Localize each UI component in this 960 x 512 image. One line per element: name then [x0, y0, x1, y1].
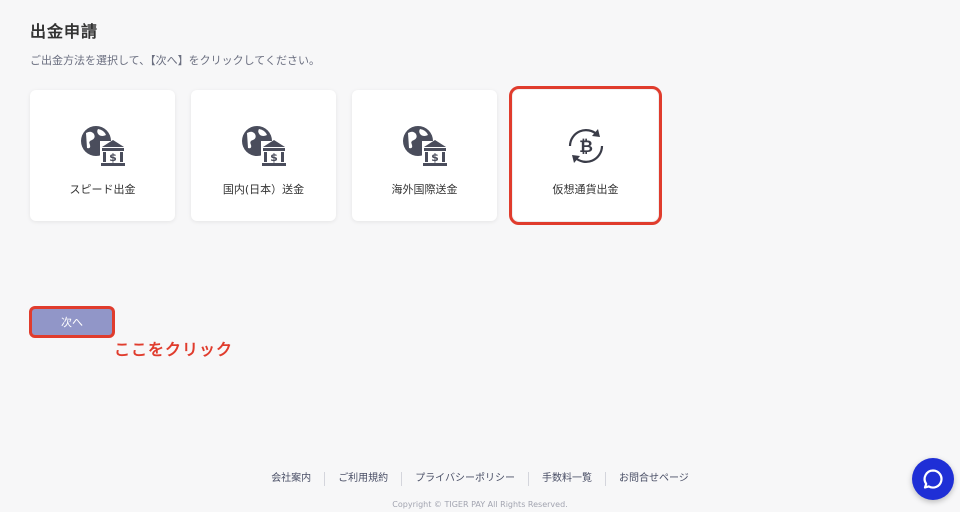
footer-link-privacy[interactable]: プライバシーポリシー: [402, 472, 529, 486]
footer-link-fees[interactable]: 手数料一覧: [529, 472, 606, 486]
globe-bank-icon: $: [400, 123, 450, 169]
method-card-crypto[interactable]: ₿ 仮想通貨出金: [509, 86, 662, 225]
svg-text:$: $: [270, 151, 278, 164]
footer-links: 会社案内 ご利用規約 プライバシーポリシー 手数料一覧 お問合せページ: [0, 472, 960, 486]
globe-bank-icon: $: [78, 123, 128, 169]
bitcoin-exchange-icon: ₿: [561, 123, 611, 169]
footer-link-contact[interactable]: お問合せページ: [606, 472, 702, 486]
method-label: スピード出金: [69, 183, 136, 196]
page-title: 出金申請: [30, 22, 99, 41]
footer-link-terms[interactable]: ご利用規約: [325, 472, 403, 486]
withdrawal-page: 出金申請 ご出金方法を選択して、【次へ】をクリックしてください。 $ スピード出…: [0, 0, 960, 512]
next-button[interactable]: 次へ: [32, 309, 112, 335]
method-card-speed[interactable]: $ スピード出金: [30, 90, 175, 221]
footer-link-company[interactable]: 会社案内: [258, 472, 326, 486]
method-card-international[interactable]: $ 海外国際送金: [352, 90, 497, 221]
method-label: 海外国際送金: [391, 183, 458, 196]
method-label: 国内(日本）送金: [222, 183, 305, 196]
copyright: Copyright © TIGER PAY All Rights Reserve…: [392, 500, 568, 509]
click-here-annotation: ここをクリック: [114, 340, 234, 359]
svg-text:$: $: [431, 151, 439, 164]
chat-button[interactable]: [912, 458, 954, 500]
page-subtitle: ご出金方法を選択して、【次へ】をクリックしてください。: [30, 54, 320, 67]
withdrawal-method-list: $ スピード出金 $ 国内(日本）送金 $ 海外国際送金 ₿ 仮想通貨出金: [30, 86, 662, 225]
method-label: 仮想通貨出金: [552, 183, 619, 196]
chat-bubble-icon: [923, 469, 943, 489]
svg-text:₿: ₿: [579, 137, 593, 157]
globe-bank-icon: $: [239, 123, 289, 169]
method-card-domestic[interactable]: $ 国内(日本）送金: [191, 90, 336, 221]
svg-text:$: $: [109, 151, 117, 164]
